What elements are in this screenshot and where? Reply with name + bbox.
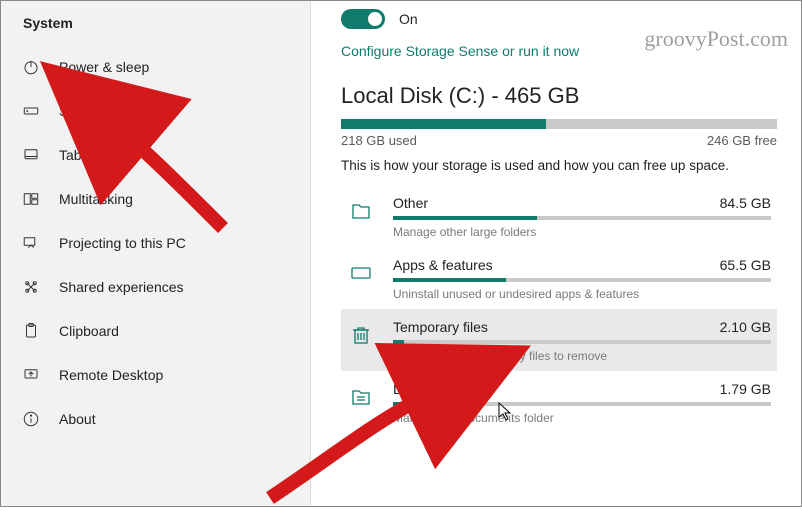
category-temporary-files[interactable]: Temporary files 2.10 GB Choose which tem… [341,309,777,371]
category-size: 2.10 GB [720,319,771,335]
sidebar-item-storage[interactable]: Storage [13,89,302,133]
storage-sense-toggle-label: On [399,11,418,27]
category-desc: Uninstall unused or undesired apps & fea… [393,287,771,301]
disk-used-text: 218 GB used [341,133,417,148]
tablet-icon [21,145,41,165]
sidebar-item-label: Remote Desktop [59,367,163,383]
power-icon [21,57,41,77]
sidebar-item-power-sleep[interactable]: Power & sleep [13,45,302,89]
sidebar-item-label: About [59,411,96,427]
sidebar-item-about[interactable]: About [13,397,302,441]
sidebar-item-shared-experiences[interactable]: Shared experiences [13,265,302,309]
clipboard-icon [21,321,41,341]
projecting-icon [21,233,41,253]
category-other[interactable]: Other 84.5 GB Manage other large folders [341,185,777,247]
sidebar-item-label: Clipboard [59,323,119,339]
storage-main: On Configure Storage Sense or run it now… [311,1,801,506]
sidebar-item-multitasking[interactable]: Multitasking [13,177,302,221]
sidebar-title: System [5,9,310,45]
apps-icon [347,259,375,287]
storage-explain: This is how your storage is used and how… [341,158,777,173]
category-size: 1.79 GB [720,381,771,397]
multitasking-icon [21,189,41,209]
sidebar-item-tablet[interactable]: Tablet [13,133,302,177]
category-desc: Manage other large folders [393,225,771,239]
sidebar-item-remote-desktop[interactable]: Remote Desktop [13,353,302,397]
category-name: Apps & features [393,257,493,273]
disk-heading: Local Disk (C:) - 465 GB [341,83,777,109]
folder-icon [347,197,375,225]
about-icon [21,409,41,429]
disk-free-text: 246 GB free [707,133,777,148]
configure-storage-sense-link[interactable]: Configure Storage Sense or run it now [341,43,579,59]
sidebar-item-clipboard[interactable]: Clipboard [13,309,302,353]
sidebar-item-label: Projecting to this PC [59,235,186,251]
documents-icon [347,383,375,411]
storage-sense-toggle[interactable] [341,9,385,29]
storage-icon [21,101,41,121]
disk-usage-fill [341,119,546,129]
sidebar-item-projecting[interactable]: Projecting to this PC [13,221,302,265]
category-desc: Choose which temporary files to remove [393,349,771,363]
sidebar-item-label: Storage [59,103,108,119]
category-bar [393,278,771,282]
trash-icon [347,321,375,349]
sidebar-item-label: Shared experiences [59,279,184,295]
category-name: Documents [393,381,464,397]
category-name: Other [393,195,428,211]
sidebar: System Power & sleep Storage Tablet Mult… [1,1,311,506]
category-desc: Manage the Documents folder [393,411,771,425]
category-documents[interactable]: Documents 1.79 GB Manage the Documents f… [341,371,777,433]
category-bar [393,340,771,344]
category-name: Temporary files [393,319,488,335]
sidebar-item-label: Multitasking [59,191,133,207]
disk-usage-bar [341,119,777,129]
category-bar [393,402,771,406]
shared-experiences-icon [21,277,41,297]
sidebar-item-label: Power & sleep [59,59,149,75]
category-apps[interactable]: Apps & features 65.5 GB Uninstall unused… [341,247,777,309]
remote-desktop-icon [21,365,41,385]
sidebar-item-label: Tablet [59,147,96,163]
category-size: 84.5 GB [720,195,771,211]
category-size: 65.5 GB [720,257,771,273]
category-bar [393,216,771,220]
